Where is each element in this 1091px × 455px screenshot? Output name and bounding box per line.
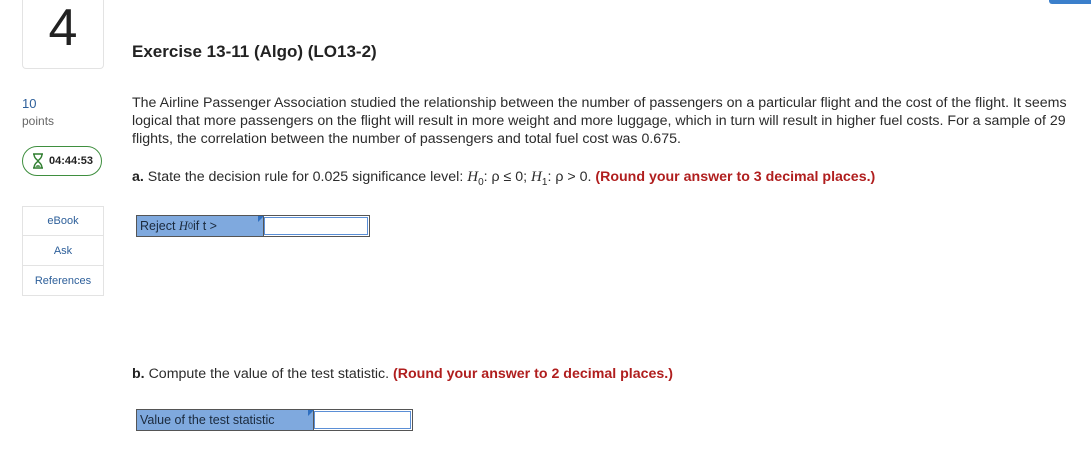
part-a-answer-label: Reject H0 if t > [137,216,264,236]
part-b-answer-input[interactable] [313,410,412,430]
part-a-letter: a. [132,169,144,185]
question-stem: The Airline Passenger Association studie… [132,95,1067,147]
side-links: eBook Ask References [22,206,104,296]
ask-link[interactable]: Ask [22,236,104,266]
ebook-link[interactable]: eBook [22,206,104,236]
points-value: 10 [22,96,37,111]
hourglass-icon [32,153,44,169]
h1-symbol: H [531,169,542,185]
points-label: points [22,114,55,128]
reject-suffix: if t > [192,219,217,233]
exercise-title: Exercise 13-11 (Algo) (LO13-2) [132,42,377,61]
h0-condition: : ρ ≤ 0; [483,169,528,185]
part-a-answer-row: Reject H0 if t > [136,215,370,237]
part-a-hint: (Round your answer to 3 decimal places.) [595,169,876,185]
part-b-hint: (Round your answer to 2 decimal places.) [393,366,673,382]
h1-condition: : ρ > 0. [547,169,592,185]
part-b-text: Compute the value of the test statistic. [148,366,390,382]
reject-h: H [178,218,188,233]
part-b-prompt: b. Compute the value of the test statist… [132,366,673,382]
part-a-prompt: a. State the decision rule for 0.025 sig… [132,169,875,188]
references-link[interactable]: References [22,266,104,296]
timer-text: 04:44:53 [49,155,94,167]
reject-prefix: Reject [140,219,176,233]
part-b-letter: b. [132,366,145,382]
part-b-answer-row: Value of the test statistic [136,409,413,431]
question-number: 4 [22,0,104,69]
part-a-answer-input[interactable] [263,216,369,236]
h0-symbol: H [467,169,479,185]
timer-badge: 04:44:53 [22,146,102,176]
part-b-answer-label: Value of the test statistic [137,410,314,430]
top-accent-bar [1049,0,1091,4]
part-a-text: State the decision rule for 0.025 signif… [147,169,464,185]
